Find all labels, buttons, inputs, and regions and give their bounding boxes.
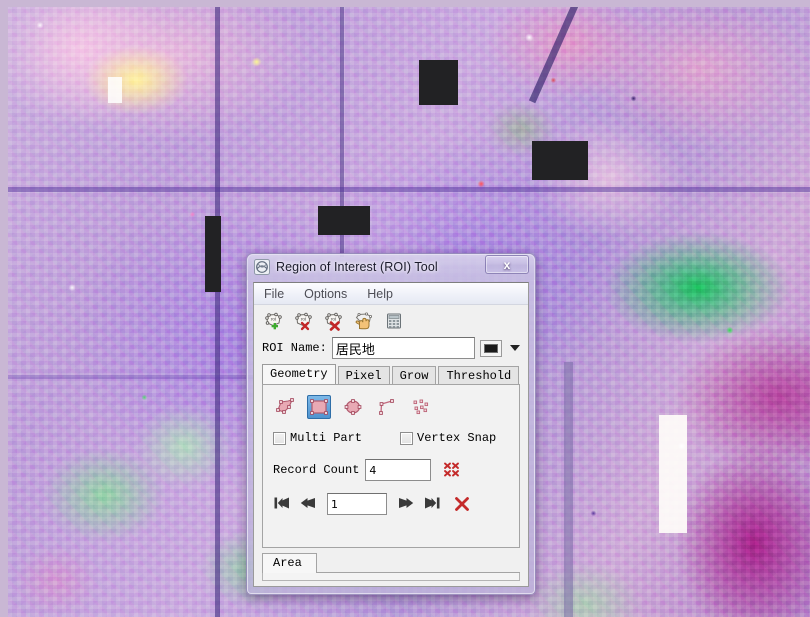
geometry-tab-panel: Multi Part Vertex Snap Record Count <box>262 384 520 548</box>
record-navigation-row <box>273 493 509 515</box>
record-count-input[interactable] <box>365 459 432 481</box>
multi-part-checkbox[interactable]: Multi Part <box>273 431 362 445</box>
bottom-tab-strip: Area <box>262 553 520 573</box>
svg-text:roi: roi <box>301 317 307 323</box>
roi-rectangle[interactable] <box>532 141 588 180</box>
roi-color-swatch-button[interactable] <box>480 339 502 357</box>
toolbar: roi roi roi <box>254 305 528 335</box>
roi-color-swatch <box>484 343 498 353</box>
roi-rectangle[interactable] <box>205 216 221 292</box>
geometry-tool-group <box>273 395 509 419</box>
statistics-icon <box>387 313 401 329</box>
roi-name-row: ROI Name: <box>254 335 528 363</box>
menu-item-file[interactable]: File <box>262 286 286 302</box>
bright-field-region <box>659 415 687 533</box>
record-count-row: Record Count <box>273 459 509 481</box>
ellipse-tool-icon <box>344 399 362 415</box>
tab-grow[interactable]: Grow <box>391 366 437 385</box>
river-feature-diagonal <box>528 7 585 104</box>
roi-rectangle[interactable] <box>318 206 370 235</box>
rectangle-tool-icon <box>310 399 328 415</box>
delete-all-records-button[interactable] <box>443 461 461 479</box>
go-last-icon <box>425 497 440 509</box>
point-tool-icon <box>413 399 429 415</box>
menu-item-help[interactable]: Help <box>365 286 395 302</box>
vertex-snap-checkbox-box[interactable] <box>400 431 414 445</box>
delete-roi-button[interactable]: roi <box>292 309 316 333</box>
close-button[interactable]: x <box>485 255 529 274</box>
status-bar <box>262 573 520 581</box>
application-window: Region of Interest (ROI) Tool x File Opt… <box>0 0 810 617</box>
vertex-snap-checkbox[interactable]: Vertex Snap <box>400 431 496 445</box>
road-feature-vertical-1 <box>215 7 220 617</box>
new-roi-button[interactable]: roi <box>262 309 286 333</box>
multi-part-checkbox-box[interactable] <box>273 431 286 445</box>
roi-rectangle[interactable] <box>419 60 458 105</box>
delete-record-icon <box>455 497 469 511</box>
polygon-tool-button[interactable] <box>273 395 297 419</box>
dialog-title: Region of Interest (ROI) Tool <box>276 260 438 274</box>
vertex-snap-label: Vertex Snap <box>417 431 497 445</box>
polygon-tool-icon <box>276 398 294 414</box>
select-roi-button[interactable] <box>352 309 376 333</box>
polyline-tool-icon <box>379 399 394 415</box>
new-roi-icon: roi <box>265 312 282 330</box>
go-next-icon <box>399 498 414 508</box>
tab-strip: Geometry Pixel Grow Threshold <box>254 363 528 385</box>
road-feature-vertical-3 <box>564 362 573 617</box>
delete-all-rois-icon: roi <box>325 312 342 331</box>
delete-roi-icon: roi <box>295 312 312 331</box>
go-first-icon <box>274 497 289 509</box>
roi-statistics-button[interactable] <box>382 309 406 333</box>
chevron-down-icon[interactable] <box>510 345 520 351</box>
svg-text:roi: roi <box>271 317 277 323</box>
hand-pointer-icon <box>355 312 372 330</box>
roi-name-input[interactable] <box>331 337 475 359</box>
polyline-tool-button[interactable] <box>375 395 399 419</box>
roi-name-label: ROI Name: <box>262 341 327 355</box>
tab-area[interactable]: Area <box>262 553 317 573</box>
point-tool-button[interactable] <box>409 395 433 419</box>
menu-item-options[interactable]: Options <box>302 286 349 302</box>
tab-pixel[interactable]: Pixel <box>337 366 390 385</box>
record-index-input[interactable] <box>327 493 387 515</box>
tab-threshold[interactable]: Threshold <box>438 366 520 385</box>
road-feature-horizontal-1 <box>8 187 810 192</box>
roi-app-icon <box>254 259 270 275</box>
delete-all-rois-button[interactable]: roi <box>322 309 346 333</box>
go-previous-icon <box>300 498 315 508</box>
bright-field-region-2 <box>108 77 122 103</box>
record-count-label: Record Count <box>273 463 360 477</box>
delete-all-records-icon <box>444 462 460 477</box>
roi-tool-dialog[interactable]: Region of Interest (ROI) Tool x File Opt… <box>246 253 536 595</box>
rectangle-tool-button[interactable] <box>307 395 331 419</box>
go-next-button[interactable] <box>397 495 415 513</box>
menu-bar: File Options Help <box>254 283 528 305</box>
multi-part-label: Multi Part <box>290 431 363 445</box>
go-previous-button[interactable] <box>299 495 317 513</box>
geometry-options-row: Multi Part Vertex Snap <box>273 431 509 445</box>
ellipse-tool-button[interactable] <box>341 395 365 419</box>
go-last-button[interactable] <box>423 495 441 513</box>
go-first-button[interactable] <box>273 495 291 513</box>
dialog-title-bar[interactable]: Region of Interest (ROI) Tool x <box>247 254 535 280</box>
dialog-client-area: File Options Help roi roi roi ROI Name: … <box>253 282 529 587</box>
delete-record-button[interactable] <box>453 495 471 513</box>
tab-geometry[interactable]: Geometry <box>262 364 336 384</box>
